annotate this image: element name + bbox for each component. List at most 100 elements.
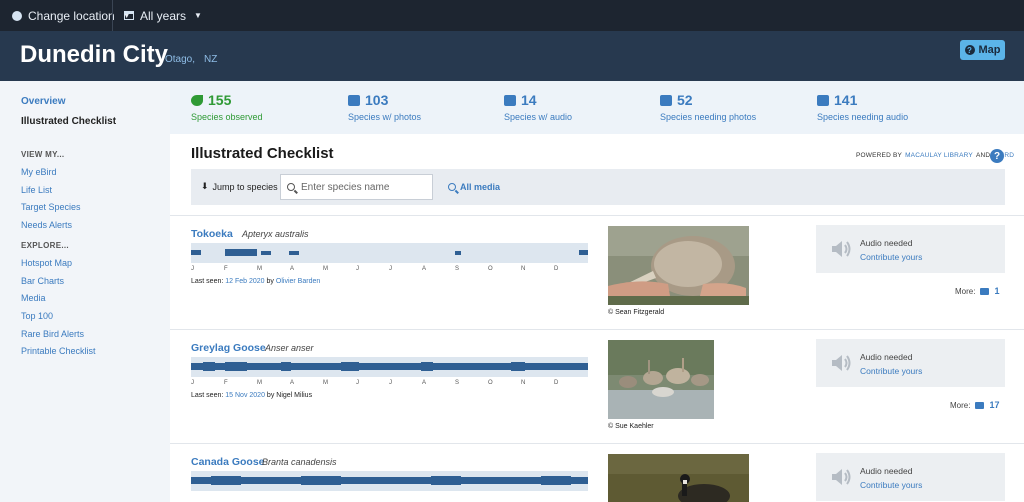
country-link[interactable]: NZ bbox=[204, 54, 217, 65]
species-search-input[interactable] bbox=[301, 181, 421, 193]
species-row-tokoeka: Tokoeka Apteryx australis JFMAMJJASOND L… bbox=[170, 215, 1024, 329]
page-title: Dunedin City bbox=[20, 41, 168, 68]
and-label: AND bbox=[975, 152, 991, 159]
caret-down-icon: ▼ bbox=[194, 11, 202, 20]
years-label: All years bbox=[140, 8, 187, 23]
map-button-label: Map bbox=[978, 44, 1001, 56]
stat-value: 52 bbox=[677, 92, 693, 108]
last-seen: Last seen: 12 Feb 2020 by Olivier Barden bbox=[191, 278, 321, 285]
sidebar-item-top-100[interactable]: Top 100 bbox=[21, 311, 53, 321]
last-seen: Last seen: 15 Nov 2020 by Nigel Milius bbox=[191, 392, 313, 399]
speaker-icon bbox=[504, 94, 516, 106]
audio-needed-panel: Audio needed Contribute yours bbox=[816, 225, 1005, 273]
speaker-icon bbox=[832, 469, 851, 485]
observer-link[interactable]: Olivier Barden bbox=[276, 278, 320, 285]
location-header: Dunedin City Otago, NZ ? Map bbox=[0, 31, 1024, 81]
audio-needed-panel: Audio needed Contribute yours bbox=[816, 453, 1005, 501]
photo-credit: © Sean Fitzgerald bbox=[608, 309, 665, 316]
audio-needed-label: Audio needed bbox=[860, 352, 913, 362]
stat-value: 14 bbox=[521, 92, 537, 108]
stat-species-with-audio[interactable]: 14 Species w/ audio bbox=[504, 92, 572, 122]
last-seen-date-link[interactable]: 15 Nov 2020 bbox=[225, 392, 265, 399]
stat-species-needing-photos[interactable]: 52 Species needing photos bbox=[660, 92, 756, 122]
camera-icon bbox=[975, 401, 985, 409]
camera-icon bbox=[348, 94, 360, 106]
macaulay-library-link[interactable]: MACAULAY LIBRARY bbox=[905, 152, 973, 159]
calendar-icon bbox=[124, 11, 134, 20]
audio-needed-label: Audio needed bbox=[860, 238, 913, 248]
species-row-canada-goose: Canada Goose Branta canadensis Audio nee… bbox=[170, 443, 1024, 502]
audio-needed-label: Audio needed bbox=[860, 466, 913, 476]
camera-needed-icon bbox=[660, 94, 672, 106]
sidebar-item-bar-charts[interactable]: Bar Charts bbox=[21, 276, 64, 286]
contribute-link[interactable]: Contribute yours bbox=[860, 480, 922, 490]
stat-value: 141 bbox=[834, 92, 858, 108]
contribute-link[interactable]: Contribute yours bbox=[860, 252, 922, 262]
species-photo[interactable] bbox=[608, 340, 714, 419]
location-subtitle: Otago, NZ bbox=[165, 54, 217, 65]
top-bar: Change location ▼ All years ▼ bbox=[0, 0, 1024, 31]
globe-icon bbox=[12, 10, 22, 21]
search-icon bbox=[287, 183, 295, 191]
map-button[interactable]: ? Map bbox=[960, 40, 1005, 60]
arrow-down-icon: ⬇ bbox=[201, 181, 209, 191]
leaf-icon bbox=[191, 94, 203, 106]
view-my-heading: VIEW MY... bbox=[21, 150, 65, 159]
species-photo[interactable] bbox=[608, 226, 749, 305]
species-photo[interactable] bbox=[608, 454, 749, 502]
years-filter-button[interactable]: All years ▼ bbox=[124, 0, 202, 31]
species-scientific-name: Anser anser bbox=[265, 343, 314, 353]
checklist-toolbar: ⬇ Jump to species All media bbox=[191, 169, 1005, 205]
sidebar-item-overview[interactable]: Overview bbox=[21, 96, 65, 107]
species-name[interactable]: Canada Goose bbox=[191, 456, 265, 468]
change-location-label: Change location bbox=[28, 8, 115, 23]
photo-count: 1 bbox=[994, 286, 1000, 296]
speaker-icon bbox=[832, 355, 851, 371]
sidebar-item-my-ebird[interactable]: My eBird bbox=[21, 167, 57, 177]
sidebar-item-life-list[interactable]: Life List bbox=[21, 185, 52, 195]
checklist-title: Illustrated Checklist bbox=[191, 145, 334, 162]
month-labels: JFMAMJJASOND bbox=[191, 380, 559, 386]
species-scientific-name: Branta canadensis bbox=[262, 457, 337, 467]
species-name[interactable]: Greylag Goose bbox=[191, 342, 266, 354]
all-media-link[interactable]: All media bbox=[448, 182, 500, 192]
sidebar-item-illustrated-checklist[interactable]: Illustrated Checklist bbox=[21, 116, 116, 127]
divider bbox=[112, 0, 113, 31]
sidebar-item-media[interactable]: Media bbox=[21, 293, 46, 303]
stat-species-needing-audio[interactable]: 141 Species needing audio bbox=[817, 92, 908, 122]
stat-species-with-photos[interactable]: 103 Species w/ photos bbox=[348, 92, 421, 122]
sidebar-item-needs-alerts[interactable]: Needs Alerts bbox=[21, 220, 72, 230]
month-labels: JFMAMJJASOND bbox=[191, 266, 559, 272]
stat-label: Species needing audio bbox=[817, 112, 909, 122]
last-seen-date-link[interactable]: 12 Feb 2020 bbox=[225, 278, 264, 285]
stat-label: Species w/ photos bbox=[348, 112, 422, 122]
frequency-bar bbox=[191, 357, 588, 377]
stat-value: 103 bbox=[365, 92, 389, 108]
stats-bar: 155 Species observed 103 Species w/ phot… bbox=[170, 81, 1024, 134]
contribute-link[interactable]: Contribute yours bbox=[860, 366, 922, 376]
species-row-greylag-goose: Greylag Goose Anser anser JFMAMJJASOND L… bbox=[170, 329, 1024, 443]
sidebar-item-rare-bird-alerts[interactable]: Rare Bird Alerts bbox=[21, 329, 84, 339]
jump-to-species-button[interactable]: ⬇ Jump to species bbox=[201, 181, 278, 192]
region-link[interactable]: Otago, bbox=[165, 54, 195, 65]
photo-credit: © Sue Kaehler bbox=[608, 423, 654, 430]
audio-needed-panel: Audio needed Contribute yours bbox=[816, 339, 1005, 387]
stat-label: Species observed bbox=[191, 112, 263, 122]
sidebar-item-hotspot-map[interactable]: Hotspot Map bbox=[21, 258, 72, 268]
species-scientific-name: Apteryx australis bbox=[242, 229, 309, 239]
sidebar-item-target-species[interactable]: Target Species bbox=[21, 202, 81, 212]
more-photos-link[interactable]: More: 17 bbox=[950, 400, 999, 410]
powered-by-label: POWERED BY bbox=[856, 152, 903, 159]
species-name[interactable]: Tokoeka bbox=[191, 228, 233, 240]
sidebar-item-printable-checklist[interactable]: Printable Checklist bbox=[21, 346, 96, 356]
frequency-bar bbox=[191, 243, 588, 263]
observer-name[interactable]: Nigel Milius bbox=[276, 392, 312, 399]
stat-species-observed[interactable]: 155 Species observed bbox=[191, 92, 263, 122]
help-icon[interactable]: ? bbox=[990, 149, 1004, 163]
sidebar: Overview Illustrated Checklist VIEW MY..… bbox=[0, 81, 170, 502]
more-photos-link[interactable]: More: 1 bbox=[955, 286, 999, 296]
search-icon bbox=[448, 183, 456, 191]
jump-label: Jump to species bbox=[212, 181, 278, 192]
stat-label: Species needing photos bbox=[660, 112, 757, 122]
explore-heading: EXPLORE... bbox=[21, 241, 69, 250]
